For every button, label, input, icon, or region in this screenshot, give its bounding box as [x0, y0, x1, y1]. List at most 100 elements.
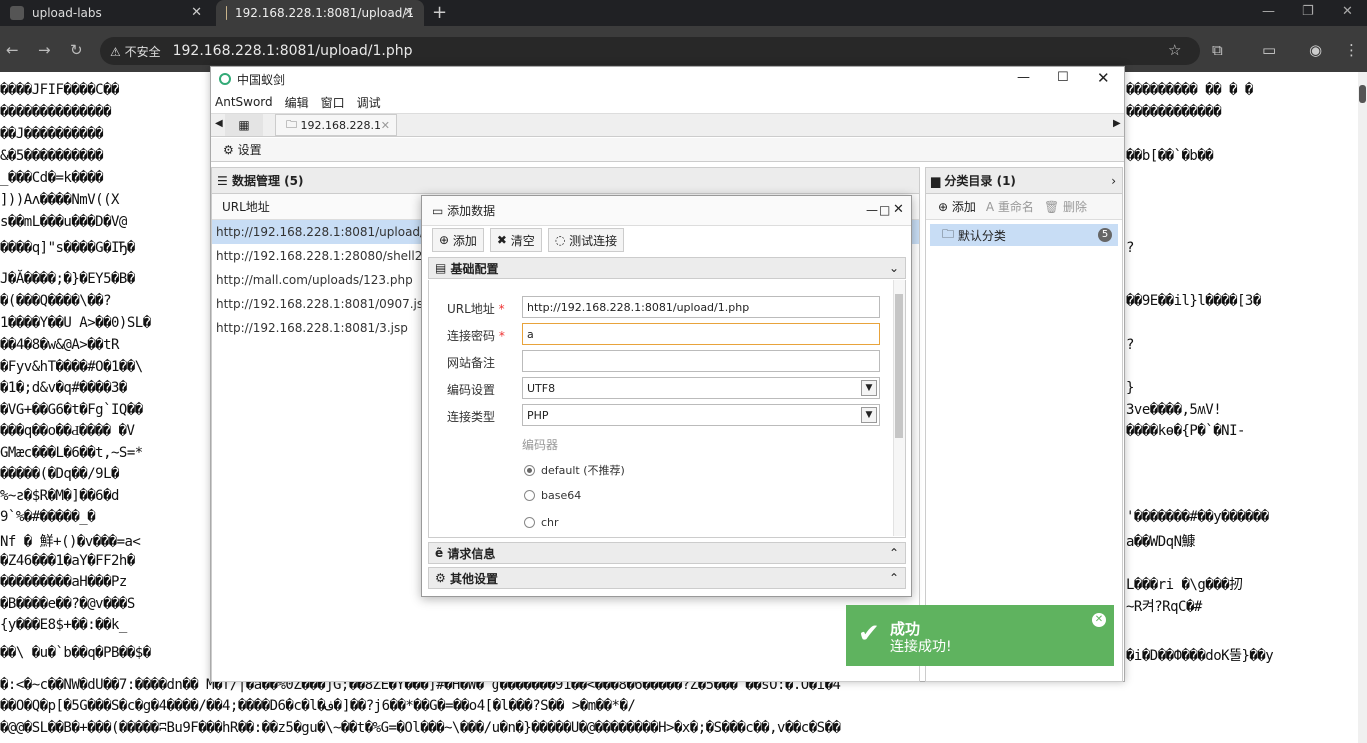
tab-label: 192.168.228.1:8081/upload/1 [235, 6, 414, 20]
tab-close-icon[interactable]: ✕ [191, 5, 202, 20]
minimize-window-icon[interactable]: — [1262, 4, 1275, 19]
section-basic-config[interactable]: ▤ 基础配置 ⌄ [428, 257, 906, 279]
dialog-toolbar: ⊕ 添加 ✖ 清空 ◌ 测试连接 [422, 227, 911, 253]
tab-favicon-icon [10, 6, 24, 20]
url-input[interactable]: http://192.168.228.1:8081/upload/1.php [522, 296, 880, 318]
antsword-title: 中国蚁剑 [237, 72, 286, 87]
add-button[interactable]: ⊕ 添加 [432, 228, 484, 252]
minimize-icon[interactable]: — [1017, 70, 1030, 85]
encoding-select[interactable]: UTF8 ▼ [522, 377, 880, 399]
garbled-line: ~R켜?RqC�# [1126, 599, 1202, 615]
garbled-line: �VG+��G6�t�Fg`IQ�� [0, 402, 143, 418]
garbled-line: ���������aH���Pz [0, 574, 127, 590]
menu-debug[interactable]: 调试 [357, 94, 381, 111]
encoder-radio-base64[interactable]: base64 [524, 489, 581, 502]
menu-edit[interactable]: 编辑 [285, 94, 309, 111]
close-icon[interactable]: ✕ [1097, 69, 1110, 87]
tab-host[interactable]: 🗀 192.168.228.1 ✕ [275, 114, 397, 136]
connection-type-select[interactable]: PHP ▼ [522, 404, 880, 426]
dialog-titlebar[interactable]: ▭ 添加数据 — □ ✕ [422, 196, 911, 226]
folder-icon: ▆ [931, 173, 945, 188]
test-connection-button[interactable]: ◌ 测试连接 [547, 228, 625, 252]
garbled-line: ������������ [1126, 104, 1222, 120]
garbled-line: ��b[��`�b�� [1126, 148, 1214, 164]
dialog-minimize-icon[interactable]: — [866, 203, 878, 217]
menu-antsword[interactable]: AntSword [215, 95, 273, 109]
tab-scroll-right-icon[interactable]: ▶ [1113, 118, 1121, 129]
category-item-default[interactable]: 🗀 默认分类 5 [930, 224, 1118, 246]
note-label: 网站备注 [447, 356, 496, 370]
page-scrollbar-thumb[interactable] [1359, 85, 1366, 103]
garbled-line: J�Ă����;�}�EY5�B� [0, 271, 135, 287]
category-count-badge: 5 [1098, 228, 1112, 242]
delete-category-button[interactable]: 🗑 删除 [1044, 198, 1087, 215]
add-data-dialog: ▭ 添加数据 — □ ✕ ⊕ 添加 ✖ 清空 ◌ 测试连接 ▤ 基础配置 ⌄ U… [421, 195, 912, 597]
garbled-line: �1�;d&v�q#����3� [0, 380, 127, 396]
tab-scroll-left-icon[interactable]: ◀ [215, 118, 223, 129]
back-icon[interactable]: ← [6, 41, 19, 59]
security-indicator[interactable]: ⚠ 不安全 [110, 43, 161, 60]
clear-button[interactable]: ✖ 清空 [489, 228, 542, 252]
dialog-maximize-icon[interactable]: □ [879, 203, 890, 217]
password-label: 连接密码 * [447, 329, 505, 343]
add-category-button[interactable]: ⊕ 添加 [938, 198, 976, 215]
tab-favicon-icon [226, 6, 228, 20]
chevron-up-icon: ⌃ [888, 571, 899, 585]
maximize-icon[interactable]: ☐ [1057, 70, 1069, 85]
sidepanel-icon[interactable]: ▭ [1262, 41, 1276, 59]
chevron-down-icon: ▼ [861, 407, 877, 423]
garbled-line: ]))Aʌ����NmV((X [0, 192, 119, 208]
garbled-line: ? [1126, 240, 1134, 256]
encoder-radio-chr[interactable]: chr [524, 516, 559, 529]
chevron-down-icon: ⌄ [888, 261, 899, 275]
tab-active-page[interactable]: 192.168.228.1:8081/upload/1 ✕ [216, 0, 424, 26]
garbled-line: �����(�Dq��/9L� [0, 466, 119, 482]
antsword-titlebar[interactable]: 中国蚁剑 — ☐ ✕ [211, 67, 1124, 91]
type-label: 连接类型 [447, 410, 496, 424]
new-tab-icon[interactable]: + [432, 2, 447, 23]
encoder-radio-default[interactable]: default (不推荐) [524, 462, 625, 478]
garbled-line: a��WDqN鱇 [1126, 534, 1196, 550]
antsword-tabbar: ◀ ▦ 🗀 192.168.228.1 ✕ ▶ [211, 113, 1124, 137]
chevron-right-icon[interactable]: › [1111, 174, 1116, 188]
tab-label: upload-labs [32, 6, 102, 20]
x-icon: ✖ [496, 233, 507, 247]
garbled-line: �Fyv&hT����#O�1��\ [0, 359, 143, 375]
radio-icon [524, 490, 535, 501]
bookmark-star-icon[interactable]: ☆ [1168, 41, 1181, 59]
basic-config-form: URL地址 * http://192.168.228.1:8081/upload… [428, 280, 906, 538]
password-input[interactable]: a [522, 323, 880, 345]
tab-upload-labs[interactable]: upload-labs ✕ [0, 0, 212, 26]
page-scrollbar[interactable] [1358, 72, 1367, 743]
spinner-icon: ◌ [554, 233, 566, 247]
extensions-icon[interactable]: ⧉ [1212, 41, 1223, 59]
address-bar[interactable]: ⚠ 不安全 192.168.228.1:8081/upload/1.php [100, 37, 1200, 65]
restore-window-icon[interactable]: ❐ [1302, 4, 1314, 19]
forward-icon[interactable]: → [38, 41, 51, 59]
section-other-settings[interactable]: ⚙ 其他设置 ⌃ [428, 567, 906, 589]
toast-close-icon[interactable]: ✕ [1092, 613, 1106, 627]
menu-window[interactable]: 窗口 [321, 94, 345, 111]
garbled-line: �Z46���1�aY�FF2h� [0, 553, 135, 569]
garbled-line: _���Cd�=k���� [0, 170, 104, 186]
home-grid-icon[interactable]: ▦ [225, 114, 263, 136]
tab-close-icon[interactable]: ✕ [403, 5, 414, 20]
garbled-line: } [1126, 380, 1134, 396]
dialog-close-icon[interactable]: ✕ [893, 202, 904, 217]
close-window-icon[interactable]: ✕ [1342, 4, 1353, 19]
garbled-line: 9`%�#�����_� [0, 509, 96, 525]
settings-button[interactable]: ⚙ 设置 [223, 141, 262, 158]
note-input[interactable] [522, 350, 880, 372]
profile-icon[interactable]: ◉ [1309, 41, 1322, 59]
tab-close-icon[interactable]: ✕ [381, 119, 390, 132]
section-request-info[interactable]: ẽ 请求信息 ⌃ [428, 542, 906, 564]
settings-bar: ⚙ 设置 [211, 138, 1124, 162]
antsword-logo-icon [219, 73, 231, 85]
url-label: URL地址 * [447, 302, 505, 316]
reload-icon[interactable]: ↻ [70, 41, 83, 59]
rename-category-button[interactable]: A 重命名 [986, 198, 1034, 215]
chevron-down-icon: ▼ [861, 380, 877, 396]
form-scrollbar-thumb[interactable] [895, 294, 903, 438]
encoding-label: 编码设置 [447, 383, 496, 397]
menu-kebab-icon[interactable]: ⋮ [1344, 41, 1359, 59]
